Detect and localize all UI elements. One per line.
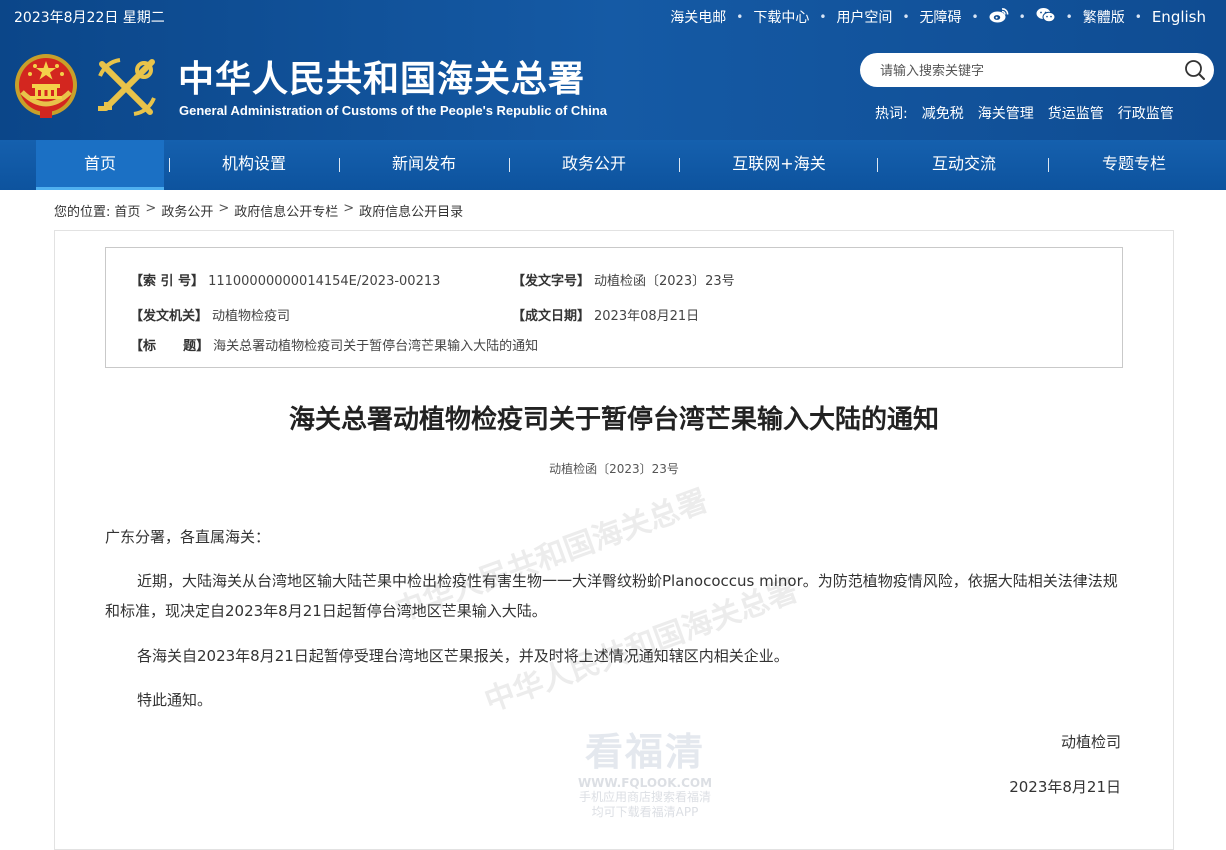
document-meta-box: 【索 引 号】 11100000000014154E/2023-00213 【发文… xyxy=(105,247,1123,368)
nav-item-government-affairs[interactable]: 政务公开 xyxy=(530,140,658,190)
document-salutation: 广东分署，各直属海关： xyxy=(105,528,271,546)
document-closing: 特此通知。 xyxy=(137,691,213,709)
traditional-chinese-link[interactable]: 繁體版 xyxy=(1083,7,1125,27)
top-links: 海关电邮 • 下载中心 • 用户空间 • 无障碍 • • • 繁體版 • Eng… xyxy=(670,7,1206,27)
meta-issuer-value: 动植物检疫司 xyxy=(212,309,291,324)
watermark-url: WWW.FQLOOK.COM xyxy=(577,776,713,790)
breadcrumb-government-affairs[interactable]: 政务公开 xyxy=(161,201,213,220)
watermark-tip: 手机应用商店搜索看福清 xyxy=(578,790,711,804)
search-icon[interactable] xyxy=(1184,59,1206,81)
toplink-download[interactable]: 下载中心 xyxy=(753,7,809,27)
nav-item-organization[interactable]: 机构设置 xyxy=(190,140,318,190)
toplink-separator: • xyxy=(1065,10,1073,24)
meta-date-value: 2023年08月21日 xyxy=(594,309,700,324)
toplink-separator: • xyxy=(1018,10,1026,24)
nav-separator xyxy=(339,158,340,172)
meta-title-value: 海关总署动植物检疫司关于暂停台湾芒果输入大陆的通知 xyxy=(213,339,539,354)
breadcrumb-separator: > xyxy=(145,201,157,216)
nav-separator xyxy=(1048,158,1049,172)
meta-issuer: 【发文机关】 动植物检疫司 xyxy=(130,305,290,324)
toplink-separator: • xyxy=(736,10,744,24)
site-header: 2023年8月22日 星期二 海关电邮 • 下载中心 • 用户空间 • 无障碍 … xyxy=(0,0,1226,140)
breadcrumb-info-column[interactable]: 政府信息公开专栏 xyxy=(234,201,338,220)
toplink-separator: • xyxy=(1134,10,1142,24)
nav-item-internet-customs[interactable]: 互联网+海关 xyxy=(708,140,850,190)
search-input[interactable] xyxy=(878,53,1172,89)
site-subtitle: General Administration of Customs of the… xyxy=(179,103,608,118)
meta-title-label: 【标 题】 xyxy=(130,339,210,354)
main-nav: 首页 机构设置 新闻发布 政务公开 互联网+海关 互动交流 专题专栏 xyxy=(0,140,1226,190)
meta-date: 【成文日期】 2023年08月21日 xyxy=(512,305,699,324)
meta-docnum: 【发文字号】 动植检函〔2023〕23号 xyxy=(512,270,735,289)
customs-logo-icon xyxy=(94,54,160,120)
hot-word-customs-management[interactable]: 海关管理 xyxy=(978,103,1034,123)
meta-date-label: 【成文日期】 xyxy=(512,309,591,324)
toplink-email[interactable]: 海关电邮 xyxy=(670,7,726,27)
search-box xyxy=(860,53,1214,89)
document-signature-date: 2023年8月21日 xyxy=(1009,778,1121,796)
site-title: 中华人民共和国海关总署 xyxy=(178,58,586,100)
nav-item-special-topics[interactable]: 专题专栏 xyxy=(1070,140,1198,190)
breadcrumb-separator: > xyxy=(218,201,230,216)
national-emblem-icon xyxy=(14,52,78,120)
hot-word-admin-supervision[interactable]: 行政监管 xyxy=(1118,103,1174,123)
wechat-icon[interactable] xyxy=(1036,7,1056,27)
meta-issuer-label: 【发文机关】 xyxy=(130,309,209,324)
toplink-separator: • xyxy=(971,10,979,24)
breadcrumb-prefix: 您的位置: xyxy=(54,205,111,220)
toplink-accessibility[interactable]: 无障碍 xyxy=(920,7,962,27)
meta-index-value: 11100000000014154E/2023-00213 xyxy=(208,274,441,289)
meta-docnum-value: 动植检函〔2023〕23号 xyxy=(594,274,735,289)
nav-item-home[interactable]: 首页 xyxy=(36,140,164,190)
hot-word-cargo-supervision[interactable]: 货运监管 xyxy=(1048,103,1104,123)
article-container: 【索 引 号】 11100000000014154E/2023-00213 【发文… xyxy=(54,230,1174,850)
toplink-separator: • xyxy=(902,10,910,24)
watermark-tip: 均可下载看福清APP xyxy=(591,805,699,819)
nav-separator xyxy=(509,158,510,172)
document-number: 动植检函〔2023〕23号 xyxy=(549,462,679,476)
breadcrumb: 您的位置: 首页 > 政务公开 > 政府信息公开专栏 > 政府信息公开目录 xyxy=(54,201,463,220)
english-link[interactable]: English xyxy=(1152,8,1206,26)
document-paragraph: 近期，大陆海关从台湾地区输大陆芒果中检出检疫性有害生物一一大洋臀纹粉蚧Plano… xyxy=(105,572,1118,620)
fqlook-watermark: 看福清 WWW.FQLOOK.COM 手机应用商店搜索看福清 均可下载看福清AP… xyxy=(545,721,745,820)
breadcrumb-home[interactable]: 首页 xyxy=(114,201,140,220)
nav-item-interaction[interactable]: 互动交流 xyxy=(900,140,1028,190)
hot-word-tax-reduction[interactable]: 减免税 xyxy=(922,103,964,123)
meta-title: 【标 题】 海关总署动植物检疫司关于暂停台湾芒果输入大陆的通知 xyxy=(130,335,538,354)
watermark-main-text: 看福清 xyxy=(584,729,705,774)
nav-separator xyxy=(679,158,680,172)
breadcrumb-info-catalog[interactable]: 政府信息公开目录 xyxy=(359,201,463,220)
weibo-icon[interactable] xyxy=(989,7,1009,27)
nav-separator xyxy=(169,158,170,172)
hot-words-label: 热词: xyxy=(875,106,908,122)
document-paragraph: 各海关自2023年8月21日起暂停受理台湾地区芒果报关，并及时将上述情况通知辖区… xyxy=(137,647,789,665)
document-signature: 动植检司 xyxy=(1060,733,1121,751)
meta-index-label: 【索 引 号】 xyxy=(130,274,205,289)
nav-item-news[interactable]: 新闻发布 xyxy=(360,140,488,190)
toplink-separator: • xyxy=(819,10,827,24)
breadcrumb-separator: > xyxy=(343,201,355,216)
current-date: 2023年8月22日 星期二 xyxy=(14,10,165,26)
meta-docnum-label: 【发文字号】 xyxy=(512,274,591,289)
document-title: 海关总署动植物检疫司关于暂停台湾芒果输入大陆的通知 xyxy=(288,405,939,435)
meta-index: 【索 引 号】 11100000000014154E/2023-00213 xyxy=(130,270,440,289)
toplink-user-space[interactable]: 用户空间 xyxy=(836,7,892,27)
hot-words: 热词: 减免税 海关管理 货运监管 行政监管 xyxy=(875,103,1174,123)
nav-separator xyxy=(877,158,878,172)
